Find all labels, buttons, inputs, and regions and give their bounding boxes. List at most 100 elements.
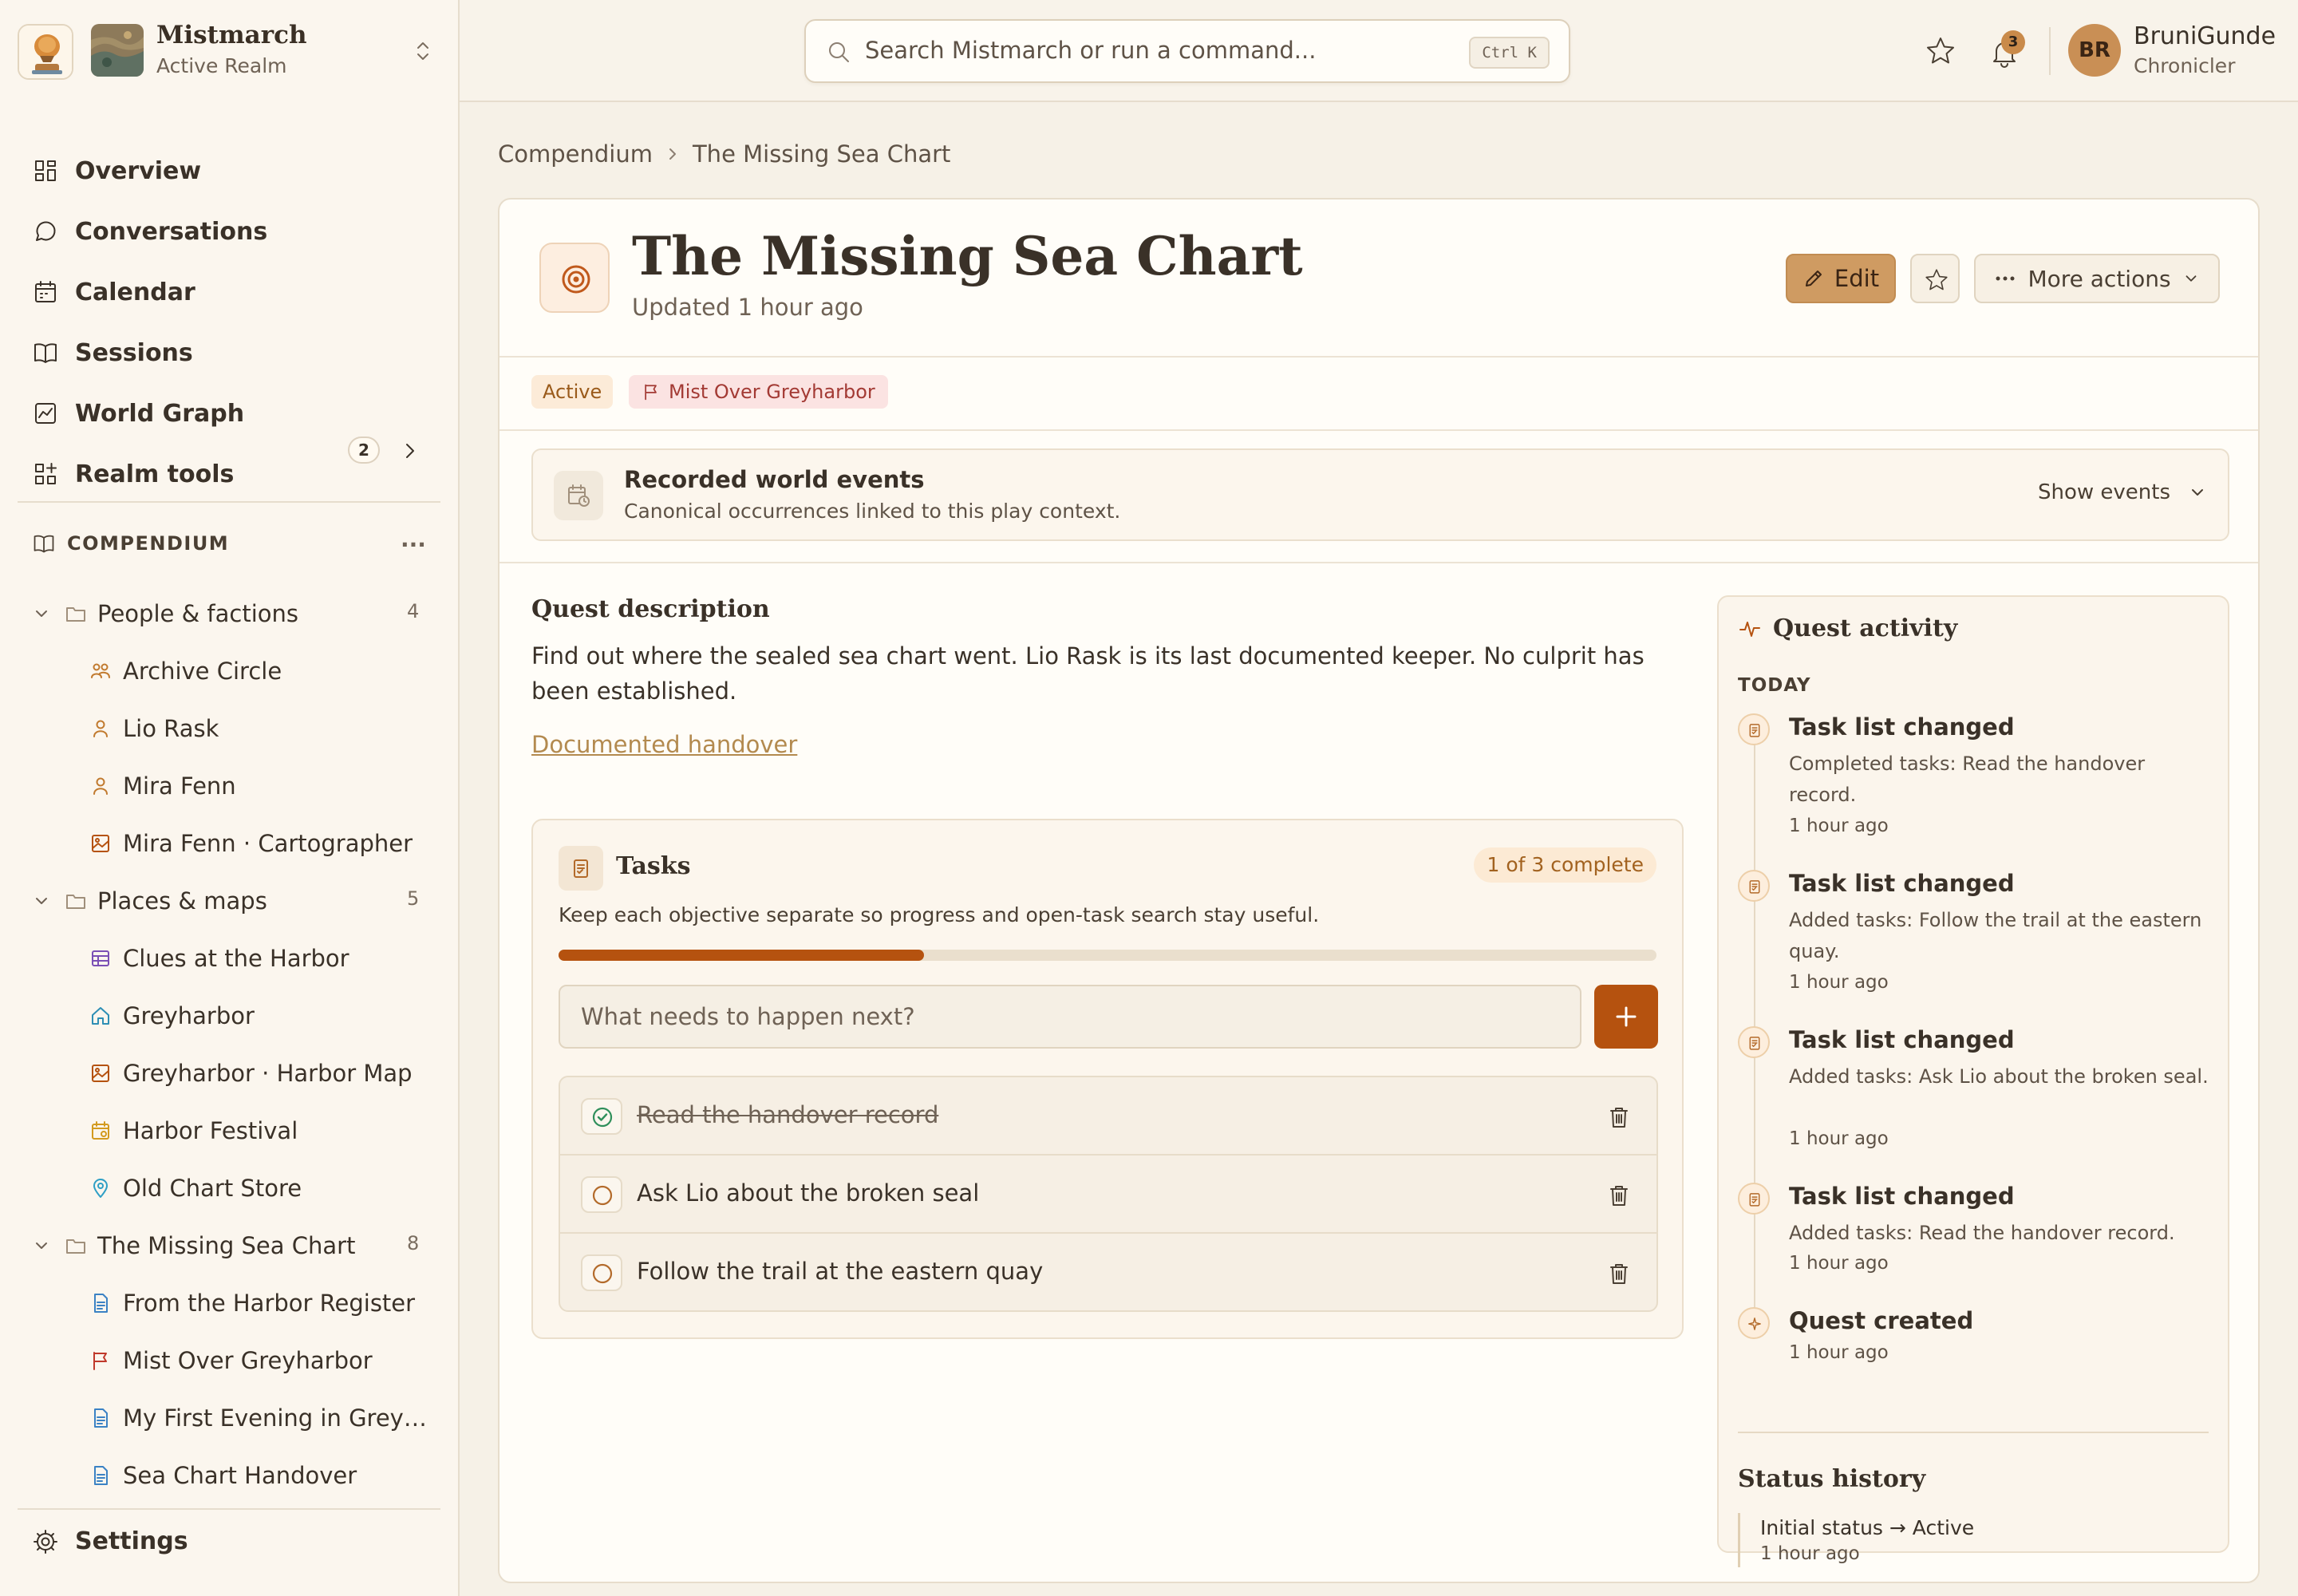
tasks-progress-fill xyxy=(559,950,925,961)
tree-item-mist-over-greyharbor[interactable]: Mist Over Greyharbor xyxy=(89,1341,373,1381)
tree-item-greyharbor-harbor-map[interactable]: Greyharbor · Harbor Map xyxy=(89,1053,413,1093)
tree-item-harbor-festival[interactable]: Harbor Festival xyxy=(89,1111,298,1151)
new-task-input[interactable]: What needs to happen next? xyxy=(559,985,1581,1049)
tree-item-label: My First Evening in Grey… xyxy=(123,1404,427,1432)
favorite-button[interactable] xyxy=(1910,254,1960,303)
avatar[interactable]: BR xyxy=(2068,24,2121,77)
folder-label: People & factions xyxy=(97,600,298,627)
tasks-progress-bar xyxy=(559,950,1656,961)
circle-icon xyxy=(592,1263,613,1284)
folder-missing-sea-chart[interactable]: The Missing Sea Chart xyxy=(32,1226,355,1266)
chevron-down-icon xyxy=(2182,270,2200,287)
target-icon xyxy=(539,243,610,313)
tree-item-label: Clues at the Harbor xyxy=(123,945,349,972)
activity-title: Quest created xyxy=(1789,1307,1974,1334)
edit-label: Edit xyxy=(1834,265,1880,292)
nav-label: Conversations xyxy=(75,217,268,246)
tree-item-first-evening[interactable]: My First Evening in Grey… xyxy=(89,1398,427,1438)
add-task-button[interactable] xyxy=(1594,985,1658,1049)
open-book-icon xyxy=(32,339,59,366)
folder-count: 4 xyxy=(407,600,420,622)
nav-conversations[interactable]: Conversations xyxy=(32,209,267,254)
shortcut-hint: Ctrl K xyxy=(1469,37,1550,69)
trash-icon[interactable] xyxy=(1607,1104,1631,1130)
breadcrumb: Compendium The Missing Sea Chart xyxy=(498,140,950,168)
status-history-time: 1 hour ago xyxy=(1760,1543,1860,1564)
tree-item-label: Lio Rask xyxy=(123,715,219,742)
trash-icon[interactable] xyxy=(1607,1183,1631,1208)
nav-calendar[interactable]: Calendar xyxy=(32,270,195,314)
compendium-more-button[interactable]: ··· xyxy=(401,531,426,558)
task-list: Read the handover record Ask Lio about t… xyxy=(559,1076,1658,1312)
nav-overview[interactable]: Overview xyxy=(32,148,201,193)
status-history-bar xyxy=(1738,1513,1740,1567)
image-icon xyxy=(89,1062,112,1084)
folder-icon xyxy=(64,889,88,913)
context-badge[interactable]: Mist Over Greyharbor xyxy=(629,375,888,409)
events-subtitle: Canonical occurrences linked to this pla… xyxy=(624,500,1121,523)
task-checkbox[interactable] xyxy=(581,1176,622,1213)
folder-people-factions[interactable]: People & factions xyxy=(32,594,298,634)
flag-icon xyxy=(645,384,657,401)
calendar-icon xyxy=(32,279,59,306)
person-icon xyxy=(89,775,112,797)
command-search[interactable]: Search Mistmarch or run a command... Ctr… xyxy=(804,19,1570,83)
user-name[interactable]: BruniGunde xyxy=(2134,22,2276,50)
realm-thumbnail xyxy=(91,24,144,77)
quest-card: The Missing Sea Chart Updated 1 hour ago… xyxy=(498,198,2260,1583)
divider xyxy=(18,501,440,503)
favorites-star-icon[interactable] xyxy=(1925,35,1956,67)
tree-item-label: From the Harbor Register xyxy=(123,1290,416,1317)
trash-icon[interactable] xyxy=(1607,1261,1631,1286)
show-events-toggle[interactable]: Show events xyxy=(2038,480,2207,504)
activity-title: Quest activity xyxy=(1773,614,1958,642)
settings-link[interactable]: Settings xyxy=(32,1527,188,1555)
activity-time: 1 hour ago xyxy=(1789,972,1889,993)
search-icon xyxy=(827,40,852,65)
tree-item-label: Archive Circle xyxy=(123,658,282,685)
tree-item-archive-circle[interactable]: Archive Circle xyxy=(89,651,282,691)
chevron-right-icon[interactable] xyxy=(401,440,420,461)
tree-item-lio-rask[interactable]: Lio Rask xyxy=(89,709,219,749)
realm-status: Active Realm xyxy=(156,54,287,77)
breadcrumb-parent[interactable]: Compendium xyxy=(498,140,653,168)
tree-item-mira-fenn-cartographer[interactable]: Mira Fenn · Cartographer xyxy=(89,824,413,863)
tree-item-old-chart-store[interactable]: Old Chart Store xyxy=(89,1168,302,1208)
documented-handover-link[interactable]: Documented handover xyxy=(531,731,797,758)
tree-item-mira-fenn[interactable]: Mira Fenn xyxy=(89,766,236,806)
top-bar: Mistmarch Active Realm Search Mistmarch … xyxy=(0,0,2298,102)
chevron-down-icon xyxy=(32,891,51,911)
status-history-entry: Initial status → Active xyxy=(1760,1516,1975,1539)
task-checkbox[interactable] xyxy=(581,1254,622,1291)
sparkle-icon xyxy=(1738,1307,1770,1339)
grid-icon xyxy=(32,157,59,184)
chat-bubble-icon xyxy=(32,218,59,245)
chevron-right-icon xyxy=(665,145,680,163)
activity-title: Task list changed xyxy=(1789,713,2015,741)
task-list-icon xyxy=(1738,1026,1770,1058)
tree-item-greyharbor[interactable]: Greyharbor xyxy=(89,996,255,1036)
realm-switcher[interactable]: Mistmarch Active Realm xyxy=(0,0,460,102)
task-label: Ask Lio about the broken seal xyxy=(637,1179,980,1207)
activity-title: Task list changed xyxy=(1789,870,2015,897)
circle-icon xyxy=(592,1185,613,1206)
task-checkbox-checked[interactable] xyxy=(581,1098,622,1135)
nav-sessions[interactable]: Sessions xyxy=(32,330,193,375)
calendar-clock-icon xyxy=(554,471,603,520)
edit-button[interactable]: Edit xyxy=(1786,254,1896,303)
home-icon xyxy=(89,1005,112,1027)
compendium-header[interactable]: COMPENDIUM xyxy=(32,531,229,555)
description-text: Find out where the sealed sea chart went… xyxy=(531,642,1645,705)
nav-label: Calendar xyxy=(75,278,195,306)
compendium-label: COMPENDIUM xyxy=(67,532,230,555)
more-actions-button[interactable]: More actions xyxy=(1974,254,2220,303)
nav-world-graph[interactable]: World Graph xyxy=(32,391,244,436)
task-list-icon xyxy=(1738,713,1770,745)
nav-realm-tools[interactable]: Realm tools xyxy=(32,452,234,496)
folder-places-maps[interactable]: Places & maps xyxy=(32,881,267,921)
activity-title: Task list changed xyxy=(1789,1183,2015,1210)
tree-item-harbor-register[interactable]: From the Harbor Register xyxy=(89,1283,415,1323)
tree-item-clues-at-the-harbor[interactable]: Clues at the Harbor xyxy=(89,938,349,978)
tree-item-sea-chart-handover[interactable]: Sea Chart Handover xyxy=(89,1456,357,1495)
activity-detail: Added tasks: Ask Lio about the broken se… xyxy=(1789,1065,2209,1088)
